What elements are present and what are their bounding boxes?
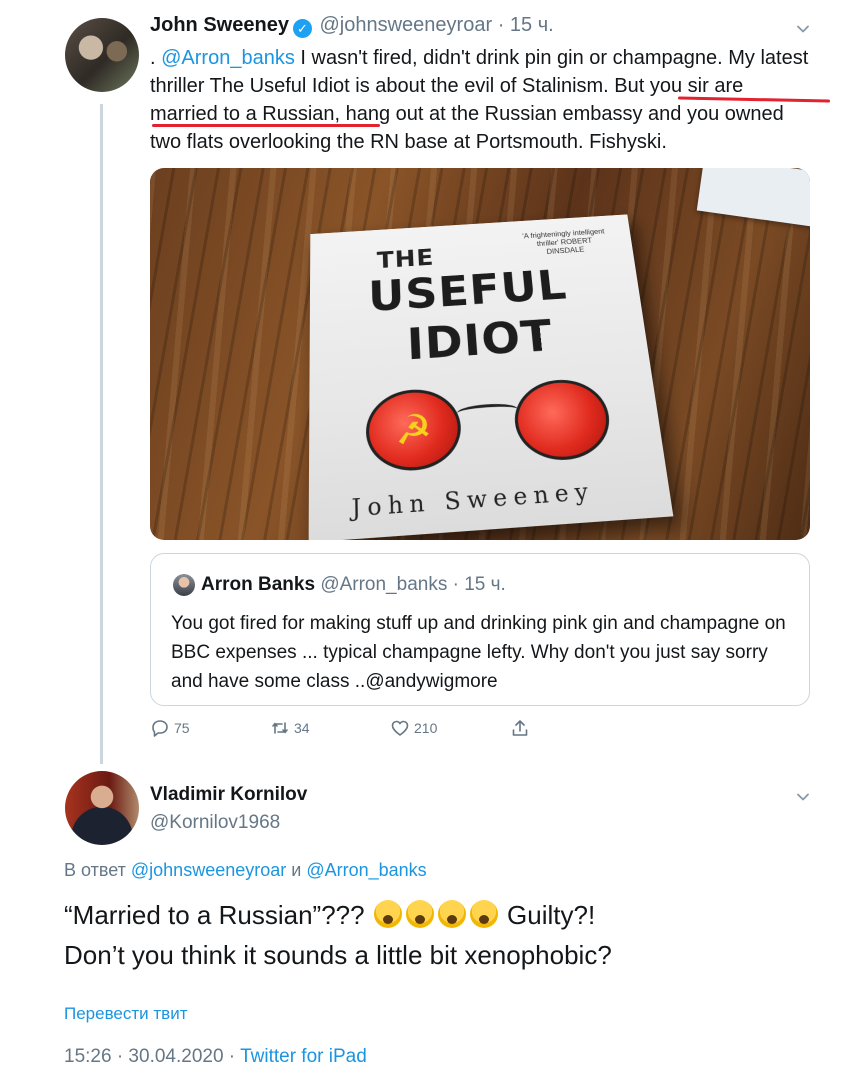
retweet-count: 34 [294,720,310,736]
tweet-photo[interactable]: 'A frighteningly intelligent thriller' R… [150,168,810,540]
tweet-metadata: 15:26 · 30.04.2020 · Twitter for iPad [64,1046,367,1068]
glasses-bridge [456,402,518,420]
chevron-down-icon[interactable] [796,790,810,804]
hammer-sickle-lens-icon: ☭ [365,387,463,474]
author-handle[interactable]: @johnsweeneyroar [320,14,493,36]
retweet-button[interactable]: 34 [270,718,310,738]
face-screaming-emoji [438,900,466,928]
like-count: 210 [414,720,437,736]
tweet-datetime[interactable]: 15:26 · 30.04.2020 · [64,1046,240,1067]
author-name[interactable]: Vladimir Kornilov [150,784,307,806]
quoted-tweet[interactable]: Arron Banks @Arron_banks · 15 ч. You got… [150,553,810,706]
tweet-actions: 75 34 210 [150,718,550,742]
face-screaming-emoji [406,900,434,928]
face-screaming-emoji [374,900,402,928]
reply-count: 75 [174,720,190,736]
face-screaming-emoji [470,900,498,928]
red-lens [512,377,615,463]
thread-connector-line [100,104,103,764]
quoted-tweet-text: You got fired for making stuff up and dr… [171,609,791,696]
quoted-author-handle: @Arron_banks [320,574,447,595]
replying-to: В ответ @johnsweeneyroar и @Arron_banks [64,860,427,881]
verified-badge-icon: ✓ [293,19,312,38]
tweet-source-link[interactable]: Twitter for iPad [240,1046,367,1067]
reply-button[interactable]: 75 [150,718,190,738]
like-button[interactable]: 210 [390,718,437,738]
avatar [173,574,195,596]
share-icon [510,718,530,738]
quoted-tweet-header: Arron Banks @Arron_banks · 15 ч. [201,574,506,596]
avatar[interactable] [65,18,139,92]
book-author: John Sweeney [351,479,596,523]
chevron-down-icon[interactable] [796,22,810,36]
quoted-author-name: Arron Banks [201,574,315,595]
avatar[interactable] [65,771,139,845]
red-underline-mark [152,124,380,127]
book-cover: 'A frighteningly intelligent thriller' R… [309,214,674,540]
tweet-time[interactable]: 15 ч. [510,14,554,36]
tweet-header: John Sweeney ✓ @johnsweeneyroar · 15 ч. [150,14,554,38]
mention-link[interactable]: @Arron_banks [161,47,295,69]
translate-tweet-link[interactable]: Перевести твит [64,1004,187,1024]
author-name[interactable]: John Sweeney [150,14,289,36]
mention-link[interactable]: @Arron_banks [306,860,426,880]
mention-link[interactable]: @johnsweeneyroar [131,860,286,880]
share-button[interactable] [510,718,534,738]
author-handle[interactable]: @Kornilov1968 [150,812,280,834]
book-title-line2: IDIOT [406,310,555,370]
paper-corner [697,168,810,227]
reply-icon [150,718,170,738]
separator-dot: · [498,14,505,36]
retweet-icon [270,718,290,738]
book-quote: 'A frighteningly intelligent thriller' R… [521,227,608,258]
quoted-tweet-time: 15 ч. [464,574,506,595]
like-icon [390,718,410,738]
tweet-text: “Married to a Russian”??? Guilty?! Don’t… [64,895,804,975]
